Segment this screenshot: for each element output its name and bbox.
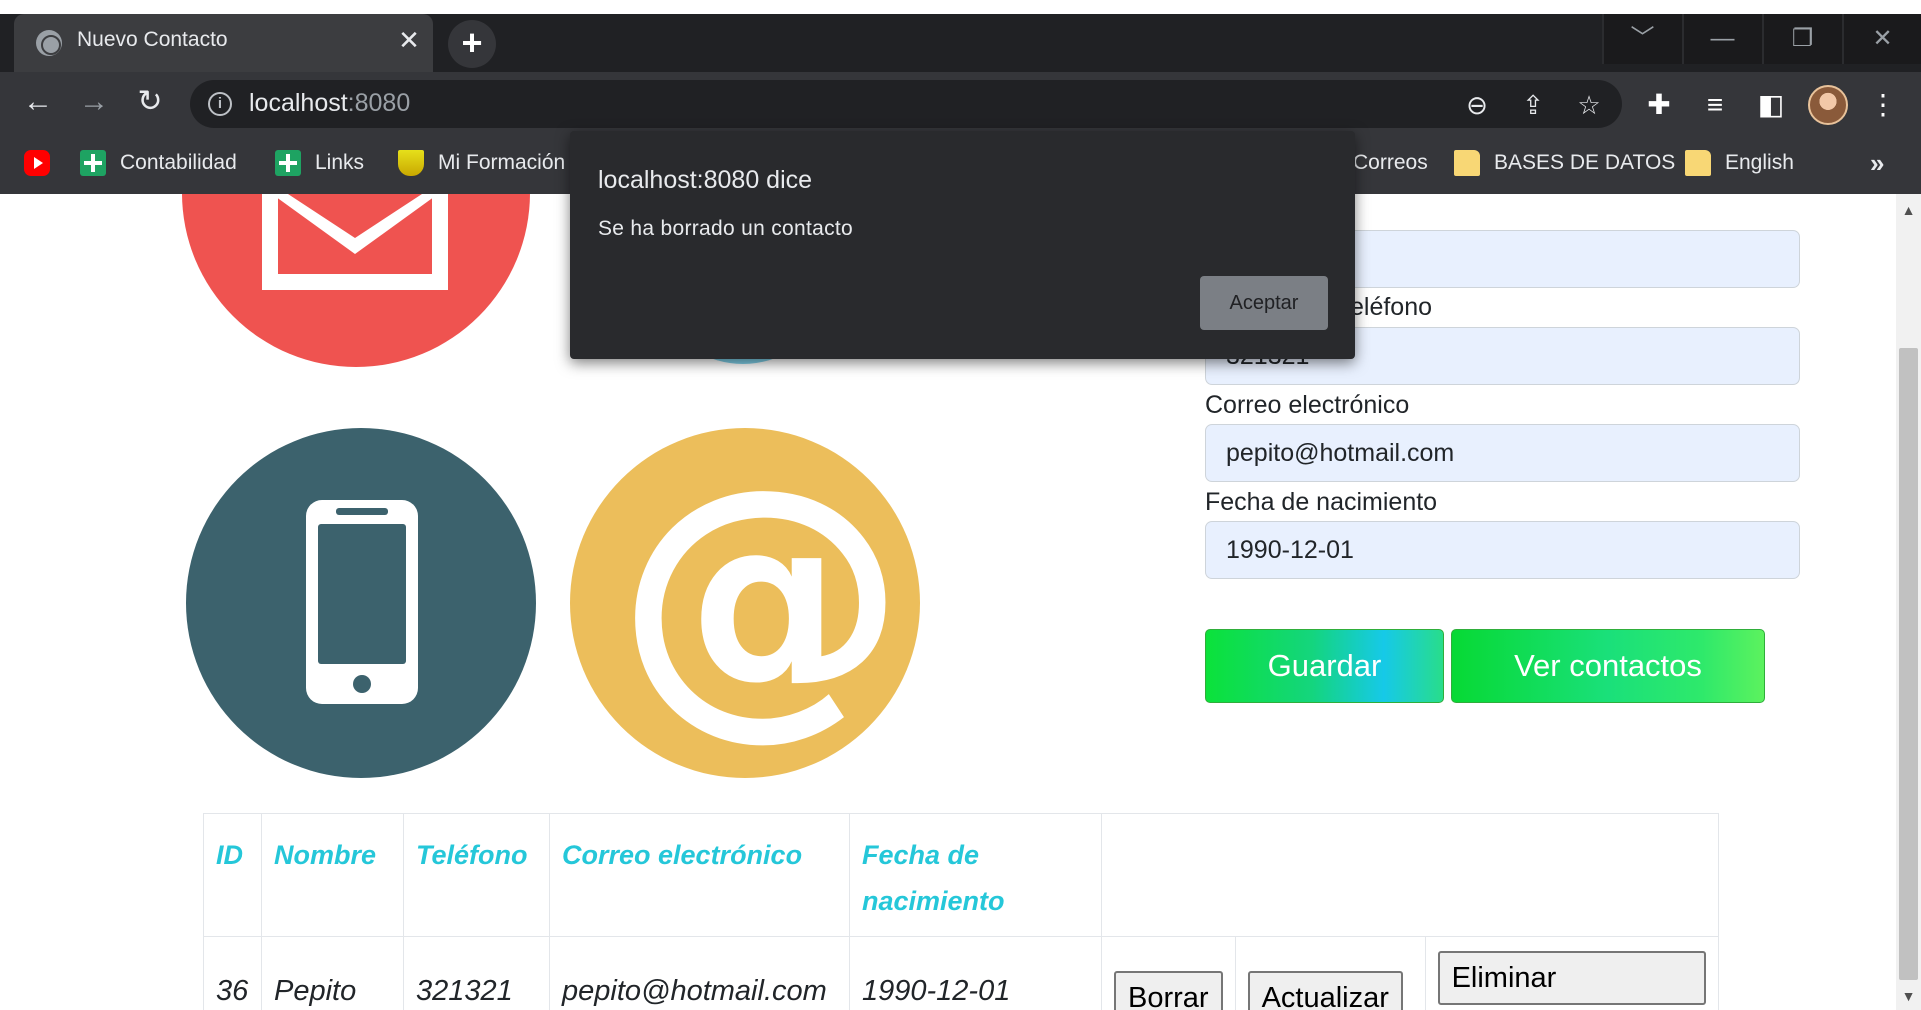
bookmark-english[interactable]: English	[1685, 148, 1794, 178]
correo-field[interactable]: pepito@hotmail.com	[1205, 424, 1800, 482]
cell-correo: pepito@hotmail.com	[549, 936, 850, 1010]
bookmark-bases-de-datos[interactable]: BASES DE DATOS	[1454, 148, 1675, 178]
share-icon[interactable]: ⇪	[1516, 88, 1550, 122]
bookmark-label: Correos	[1353, 151, 1428, 174]
smartphone-icon	[306, 500, 418, 704]
folder-icon	[1454, 150, 1480, 176]
bookmark-mi-formacion[interactable]: Mi Formación	[398, 148, 565, 178]
dialog-title: localhost:8080 dice	[598, 166, 813, 194]
more-bookmarks-icon[interactable]: »	[1870, 148, 1884, 179]
bookmark-star-icon[interactable]: ☆	[1572, 88, 1606, 122]
contacts-table: ID Nombre Teléfono Correo electrónico Fe…	[203, 813, 1720, 1010]
menu-icon[interactable]: ⋮	[1864, 86, 1902, 124]
url-text[interactable]: localhost:8080	[249, 89, 410, 118]
bookmark-label: Links	[315, 151, 365, 174]
bookmark-youtube[interactable]	[24, 148, 64, 178]
guardar-button[interactable]: Guardar	[1205, 629, 1444, 703]
fecha-label: Fecha de nacimiento	[1205, 488, 1438, 516]
header-fecha: Fecha de nacimiento	[849, 813, 1102, 937]
cell-eliminar: Eliminar totalmente	[1424, 936, 1720, 1010]
at-sign-icon: @	[616, 427, 906, 764]
bookmark-correos[interactable]: Correos	[1353, 148, 1428, 178]
bookmark-label: English	[1725, 151, 1794, 174]
shield-icon	[398, 150, 424, 176]
bookmark-links[interactable]: Links	[275, 148, 364, 178]
header-telefono: Teléfono	[403, 813, 550, 937]
tab-title: Nuevo Contacto	[77, 28, 228, 51]
borrar-button[interactable]: Borrar	[1114, 971, 1223, 1010]
window-controls: ﹀ — ❐ ✕	[1602, 14, 1921, 64]
info-icon[interactable]: i	[208, 92, 232, 116]
aceptar-button[interactable]: Aceptar	[1200, 276, 1328, 330]
back-icon[interactable]: ←	[18, 82, 58, 122]
cell-borrar: Borrar	[1101, 936, 1236, 1010]
forward-icon[interactable]: →	[74, 82, 114, 122]
scrollbar-thumb[interactable]	[1899, 348, 1918, 980]
ver-contactos-button[interactable]: Ver contactos	[1451, 629, 1765, 703]
bookmark-label: Contabilidad	[120, 151, 237, 174]
minimize-icon[interactable]: —	[1682, 14, 1761, 64]
table-header-row: ID Nombre Teléfono Correo electrónico Fe…	[203, 813, 1719, 937]
sheets-icon	[275, 150, 301, 176]
side-panel-icon[interactable]: ◧	[1752, 86, 1790, 124]
correo-label: Correo electrónico	[1205, 391, 1410, 419]
window-top-edge	[0, 0, 1921, 14]
profile-avatar[interactable]	[1808, 85, 1848, 125]
cell-nombre: Pepito	[261, 936, 404, 1010]
actualizar-button[interactable]: Actualizar	[1247, 971, 1403, 1010]
reading-list-icon[interactable]: ≡	[1696, 86, 1734, 124]
restore-icon[interactable]: ❐	[1762, 14, 1841, 64]
telefono-label-text: eléfono	[1350, 293, 1433, 321]
zoom-icon[interactable]: ⊖	[1460, 88, 1494, 122]
eliminar-totalmente-button[interactable]: Eliminar totalmente	[1437, 951, 1706, 1005]
tab-search-icon[interactable]: ﹀	[1602, 14, 1681, 64]
bookmark-label: BASES DE DATOS	[1494, 151, 1676, 174]
cell-id: 36	[203, 936, 262, 1010]
header-fecha-line1: Fecha de	[862, 840, 980, 870]
close-window-icon[interactable]: ✕	[1842, 14, 1921, 64]
cell-actualizar: Actualizar	[1234, 936, 1426, 1010]
sheets-icon	[80, 150, 106, 176]
url-host: localhost	[249, 89, 348, 117]
scroll-down-arrow-icon[interactable]: ▼	[1896, 984, 1921, 1009]
header-nombre: Nombre	[261, 813, 404, 937]
header-id: ID	[203, 813, 262, 937]
bookmark-label: Mi Formación	[438, 151, 566, 174]
header-fecha-line2: nacimiento	[862, 886, 1005, 916]
folder-icon	[1685, 150, 1711, 176]
scroll-up-arrow-icon[interactable]: ▲	[1896, 198, 1921, 223]
header-correo: Correo electrónico	[549, 813, 850, 937]
dialog-message: Se ha borrado un contacto	[598, 217, 854, 240]
table-row: 36 Pepito 321321 pepito@hotmail.com 1990…	[203, 936, 1720, 1010]
globe-icon	[36, 30, 62, 56]
envelope-icon	[262, 194, 448, 290]
new-tab-button[interactable]: +	[448, 20, 496, 68]
bookmark-contabilidad[interactable]: Contabilidad	[80, 148, 237, 178]
close-tab-icon[interactable]: ✕	[394, 25, 424, 55]
cell-fecha: 1990-12-01	[849, 936, 1102, 1010]
fecha-field[interactable]: 1990-12-01	[1205, 521, 1800, 579]
url-port: :8080	[347, 89, 411, 117]
header-actions	[1101, 813, 1719, 937]
extensions-icon[interactable]: ✚	[1640, 86, 1678, 124]
reload-icon[interactable]: ↻	[130, 82, 170, 122]
cell-telefono: 321321	[403, 936, 550, 1010]
youtube-icon	[24, 150, 50, 176]
